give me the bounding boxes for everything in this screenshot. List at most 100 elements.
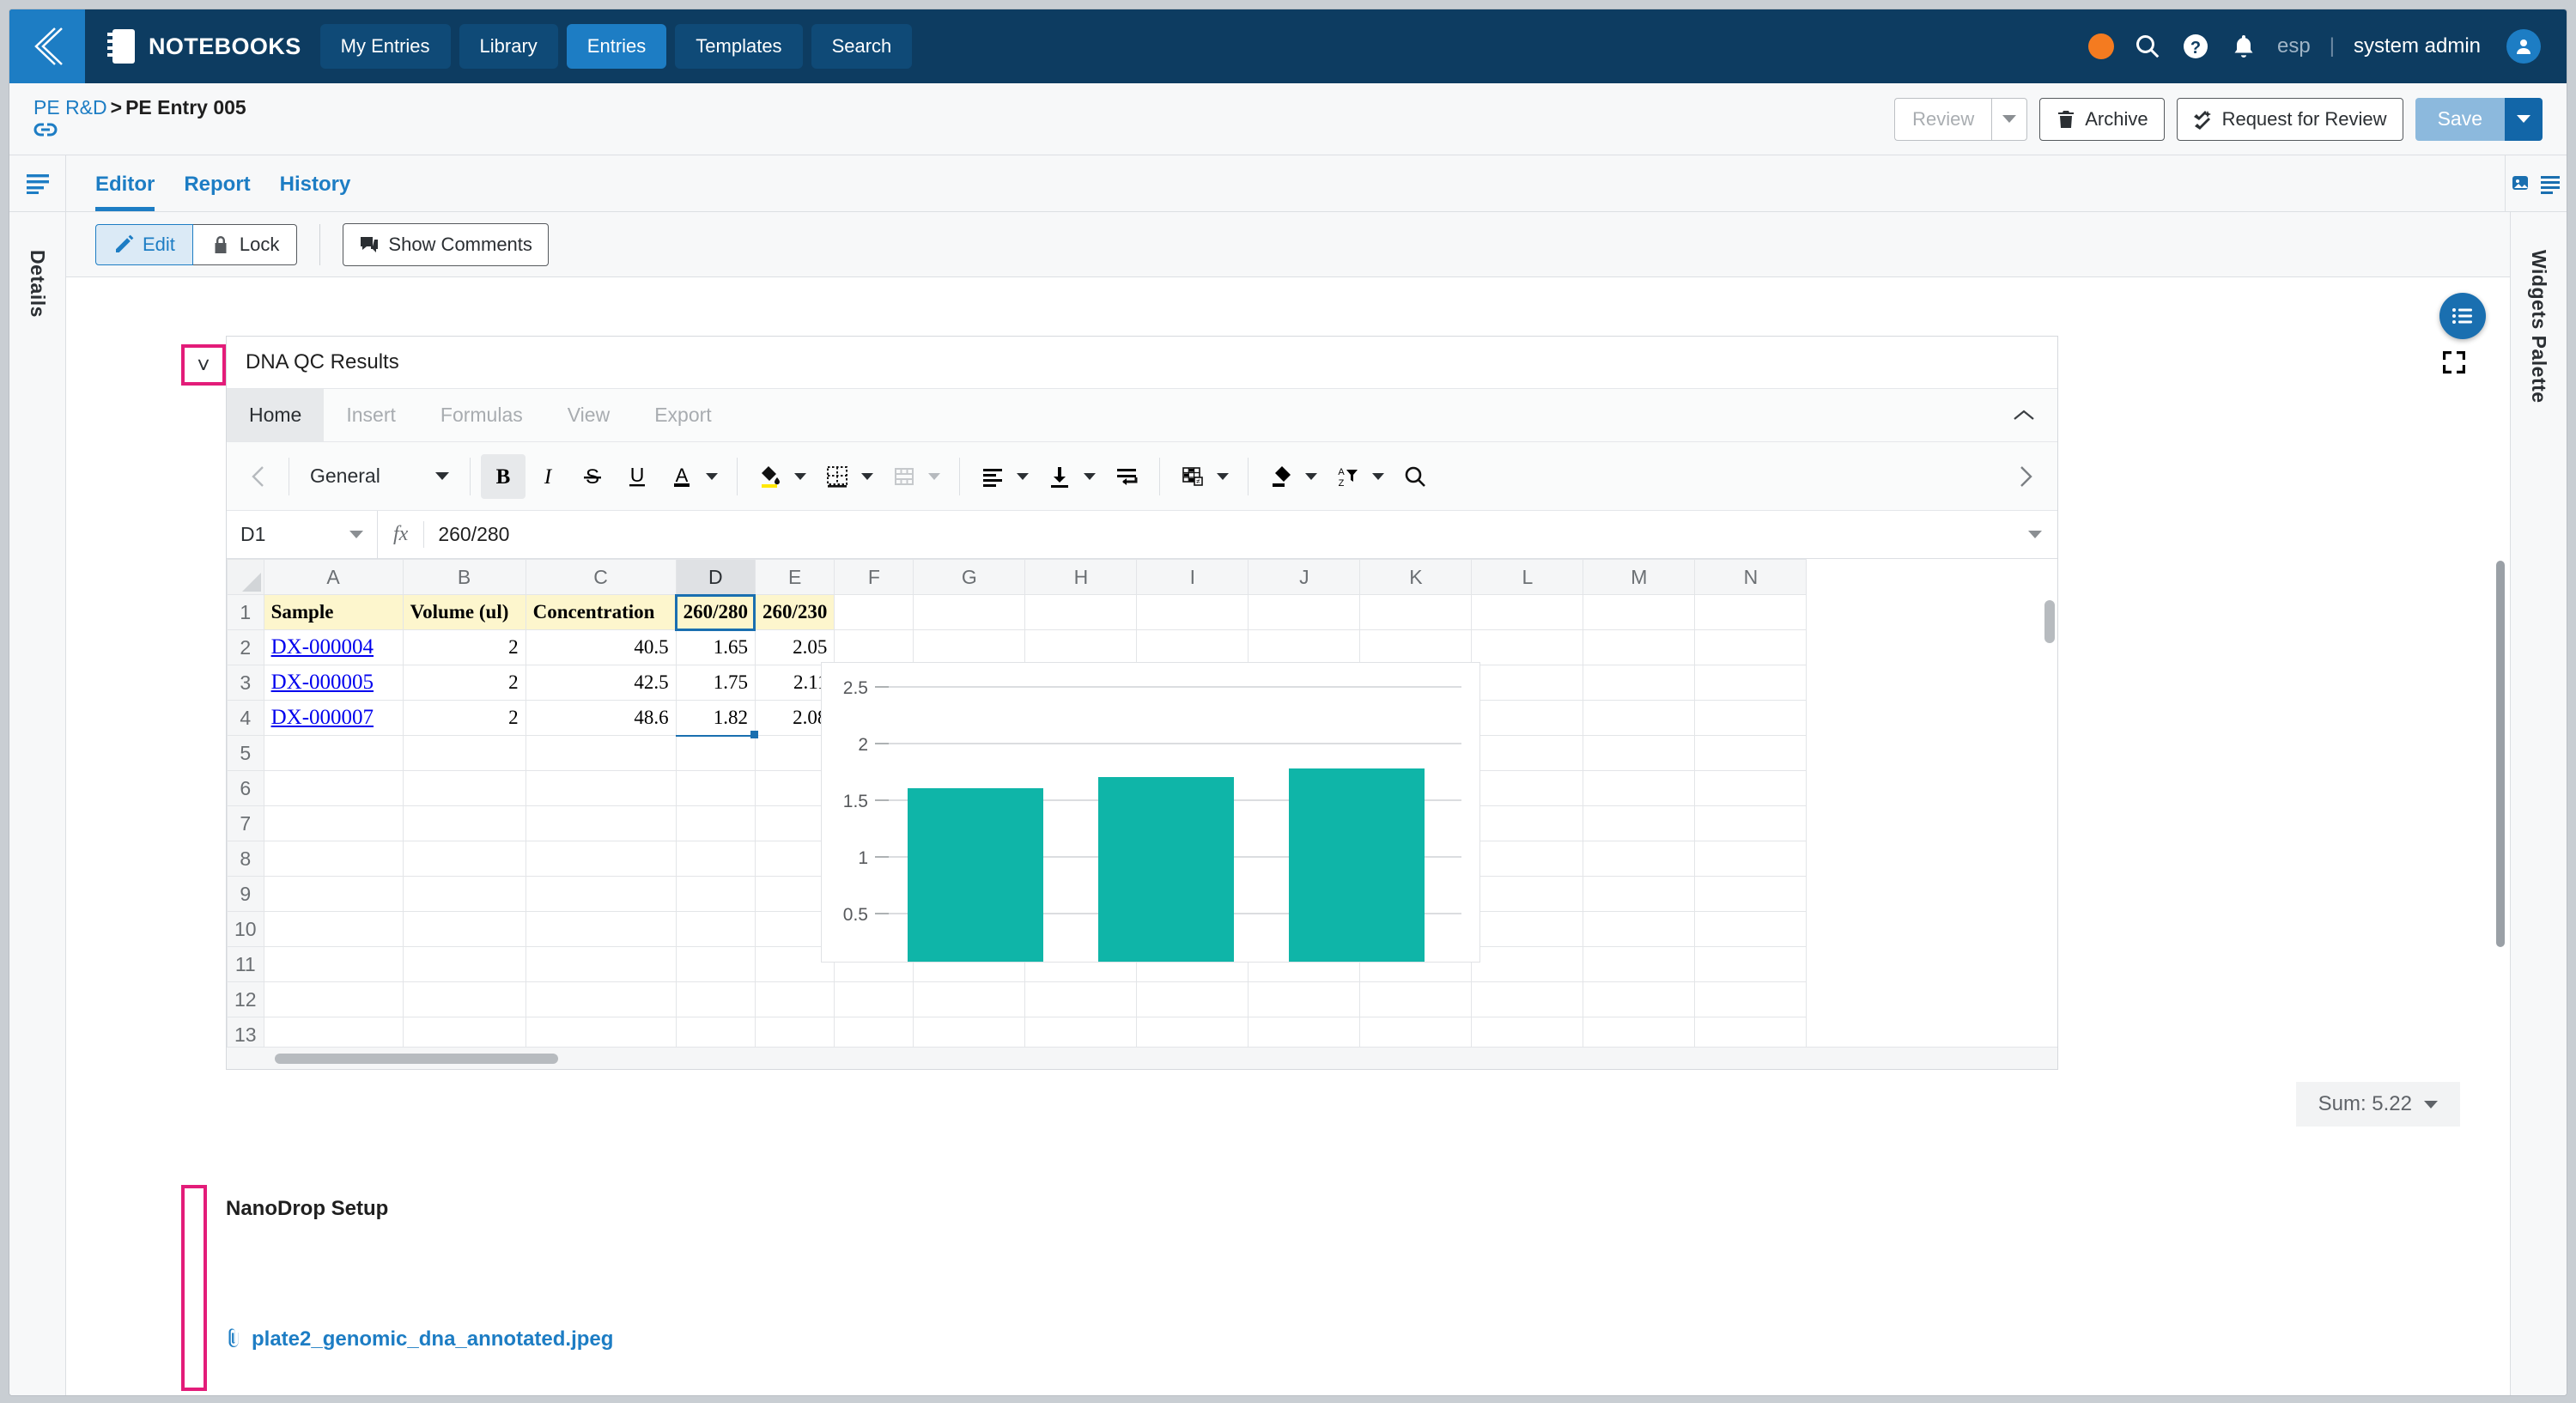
row-header-8[interactable]: 8: [227, 841, 264, 877]
cell-n11[interactable]: [1694, 946, 1807, 982]
borders-dropdown[interactable]: [861, 472, 873, 480]
cell-d7[interactable]: [675, 805, 756, 841]
cell-e12[interactable]: [754, 981, 835, 1017]
search-icon[interactable]: [2133, 32, 2162, 61]
cell-n12[interactable]: [1694, 981, 1807, 1017]
cell-d4[interactable]: 1.82: [675, 700, 758, 738]
row-header-13[interactable]: 13: [227, 1017, 264, 1047]
cell-d1[interactable]: 260/280: [675, 593, 756, 631]
fill-color-icon[interactable]: [748, 454, 793, 499]
formula-expand-toggle[interactable]: [2013, 511, 2057, 558]
lock-button[interactable]: Lock: [192, 223, 298, 265]
cell-a10[interactable]: [263, 911, 404, 947]
cell-c5[interactable]: [525, 735, 677, 771]
cell-n5[interactable]: [1694, 735, 1807, 771]
cell-b3[interactable]: 2: [402, 665, 526, 701]
cell-d12[interactable]: [675, 981, 756, 1017]
column-header-i[interactable]: I: [1136, 559, 1249, 595]
cell-f2[interactable]: [834, 629, 914, 665]
cell-g1[interactable]: [913, 594, 1026, 630]
user-name[interactable]: system admin: [2354, 34, 2481, 58]
cell-c7[interactable]: [525, 805, 677, 841]
bell-icon[interactable]: [2229, 32, 2258, 61]
cell-a7[interactable]: [263, 805, 404, 841]
cell-d11[interactable]: [675, 946, 756, 982]
sidebar-toggle-button[interactable]: [9, 155, 66, 211]
cell-l5[interactable]: [1471, 735, 1584, 771]
merge-cells-icon[interactable]: [882, 454, 927, 499]
cell-e2[interactable]: 2.05: [754, 629, 835, 665]
column-header-d[interactable]: D: [675, 559, 756, 595]
tab-report[interactable]: Report: [184, 173, 250, 211]
cell-c3[interactable]: 42.5: [525, 665, 677, 701]
cell-c6[interactable]: [525, 770, 677, 806]
cell-d8[interactable]: [675, 841, 756, 877]
cell-m2[interactable]: [1583, 629, 1696, 665]
cell-a1[interactable]: Sample: [263, 594, 404, 630]
align-dropdown[interactable]: [1017, 472, 1029, 480]
cell-a6[interactable]: [263, 770, 404, 806]
list-view-icon[interactable]: [2539, 173, 2561, 195]
cell-k1[interactable]: [1359, 594, 1473, 630]
cell-i12[interactable]: [1136, 981, 1249, 1017]
column-header-n[interactable]: N: [1694, 559, 1807, 595]
sum-indicator[interactable]: Sum: 5.22: [2295, 1082, 2460, 1127]
vertical-align-icon[interactable]: [1037, 454, 1082, 499]
cell-c4[interactable]: 48.6: [525, 700, 677, 736]
cell-b9[interactable]: [402, 876, 526, 912]
cell-l7[interactable]: [1471, 805, 1584, 841]
cell-i2[interactable]: [1136, 629, 1249, 665]
nav-tab-templates[interactable]: Templates: [675, 24, 803, 69]
cell-n2[interactable]: [1694, 629, 1807, 665]
cell-g2[interactable]: [913, 629, 1026, 665]
cell-b11[interactable]: [402, 946, 526, 982]
wrap-text-icon[interactable]: [1104, 454, 1149, 499]
cell-e13[interactable]: [754, 1017, 835, 1047]
column-header-j[interactable]: J: [1248, 559, 1361, 595]
nav-tab-search[interactable]: Search: [811, 24, 913, 69]
cell-l1[interactable]: [1471, 594, 1584, 630]
cell-m7[interactable]: [1583, 805, 1696, 841]
cell-c13[interactable]: [525, 1017, 677, 1047]
cell-d13[interactable]: [675, 1017, 756, 1047]
cell-h2[interactable]: [1024, 629, 1138, 665]
cell-a13[interactable]: [263, 1017, 404, 1047]
sample-link[interactable]: DX-000004: [271, 635, 374, 659]
cell-c12[interactable]: [525, 981, 677, 1017]
cell-a5[interactable]: [263, 735, 404, 771]
column-header-k[interactable]: K: [1359, 559, 1473, 595]
column-header-a[interactable]: A: [263, 559, 404, 595]
cell-i13[interactable]: [1136, 1017, 1249, 1047]
row-header-12[interactable]: 12: [227, 981, 264, 1017]
row-header-10[interactable]: 10: [227, 911, 264, 947]
widget-collapse-toggle[interactable]: ˅: [181, 344, 226, 386]
show-comments-button[interactable]: Show Comments: [343, 222, 549, 266]
cell-l6[interactable]: [1471, 770, 1584, 806]
cell-n8[interactable]: [1694, 841, 1807, 877]
cell-h13[interactable]: [1024, 1017, 1138, 1047]
language-selector[interactable]: esp: [2277, 34, 2311, 58]
cell-b5[interactable]: [402, 735, 526, 771]
cell-b1[interactable]: Volume (ul): [402, 594, 526, 630]
cell-n7[interactable]: [1694, 805, 1807, 841]
cell-l9[interactable]: [1471, 876, 1584, 912]
cell-a9[interactable]: [263, 876, 404, 912]
cell-e1[interactable]: 260/230: [754, 594, 835, 630]
section-nanodrop-setup[interactable]: › NanoDrop Setup: [193, 1185, 2476, 1233]
cell-c9[interactable]: [525, 876, 677, 912]
cell-f1[interactable]: [834, 594, 914, 630]
sample-link[interactable]: DX-000005: [271, 671, 374, 694]
ribbon-scroll-right[interactable]: [2006, 465, 2045, 488]
number-format-select[interactable]: General: [300, 465, 459, 488]
cell-b10[interactable]: [402, 911, 526, 947]
help-icon[interactable]: ?: [2181, 32, 2210, 61]
embedded-bar-chart[interactable]: 2.5 2 1.5 1 0.5: [821, 662, 1480, 963]
cell-m13[interactable]: [1583, 1017, 1696, 1047]
details-rail[interactable]: Details: [9, 212, 66, 1395]
italic-icon[interactable]: I: [526, 454, 570, 499]
breadcrumb-parent[interactable]: PE R&D: [33, 96, 107, 118]
cell-k2[interactable]: [1359, 629, 1473, 665]
cell-m1[interactable]: [1583, 594, 1696, 630]
cell-b4[interactable]: 2: [402, 700, 526, 736]
ribbon-tab-view[interactable]: View: [545, 389, 632, 441]
